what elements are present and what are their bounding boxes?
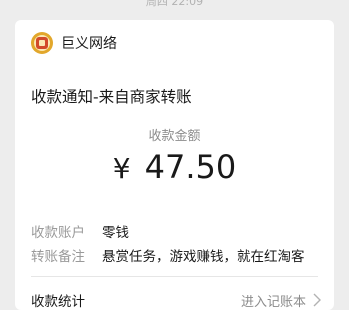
amount-display: ¥47.50: [15, 148, 334, 186]
divider: [31, 276, 318, 277]
chevron-right-icon: [313, 293, 321, 307]
amount-value: 47.50: [144, 148, 237, 186]
detail-value: 零钱: [102, 225, 129, 241]
ledger-link[interactable]: 进入记账本: [241, 291, 322, 310]
currency-symbol: ¥: [112, 152, 131, 185]
detail-value: 悬赏任务，游戏赚钱，就在红淘客: [102, 249, 305, 265]
amount-label: 收款金额: [148, 129, 201, 144]
detail-row-remark: 转账备注 悬赏任务，游戏赚钱，就在红淘客: [31, 246, 305, 265]
sender-header[interactable]: 巨义网络: [31, 32, 117, 54]
detail-key: 转账备注: [31, 249, 85, 265]
detail-key: 收款账户: [31, 225, 85, 241]
shop-logo-icon[interactable]: [31, 32, 53, 54]
message-timestamp: 周四 22:09: [145, 0, 204, 8]
stats-row[interactable]: 收款统计 进入记账本: [31, 290, 322, 310]
ledger-link-label: 进入记账本: [240, 294, 306, 310]
payment-notification-card[interactable]: 巨义网络 收款通知-来自商家转账 收款金额 ¥47.50 收款账户 零钱 转账备…: [15, 20, 334, 310]
stats-label: 收款统计: [31, 294, 85, 310]
detail-row-account: 收款账户 零钱: [31, 222, 129, 241]
sender-name[interactable]: 巨义网络: [61, 33, 117, 53]
notification-title: 收款通知-来自商家转账: [31, 88, 192, 106]
